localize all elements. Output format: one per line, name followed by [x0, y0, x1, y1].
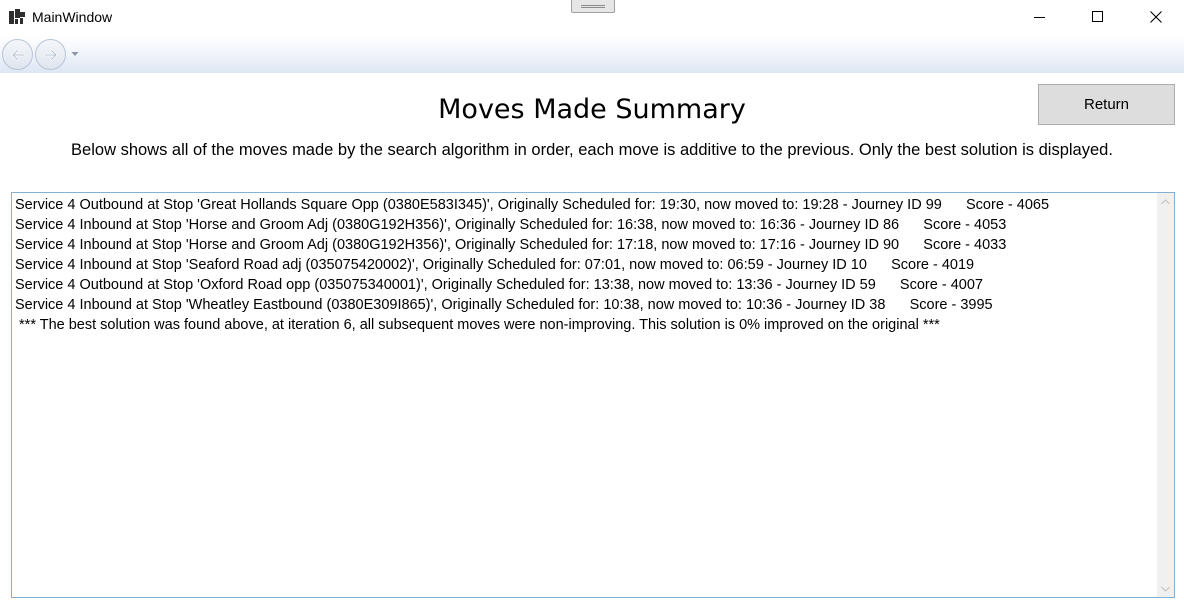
moves-list-content: Service 4 Outbound at Stop 'Great Hollan… [15, 195, 1150, 335]
list-item[interactable]: Service 4 Inbound at Stop 'Seaford Road … [15, 255, 1150, 275]
chevron-down-icon [1161, 586, 1170, 592]
page-subtitle: Below shows all of the moves made by the… [71, 141, 1113, 159]
close-icon [1150, 11, 1162, 23]
list-item[interactable]: Service 4 Outbound at Stop 'Oxford Road … [15, 275, 1150, 295]
drag-grip[interactable] [571, 0, 615, 13]
moves-list[interactable]: Service 4 Outbound at Stop 'Great Hollan… [11, 192, 1175, 598]
return-button[interactable]: Return [1038, 84, 1175, 125]
app-icon [9, 9, 25, 24]
title-bar: MainWindow [0, 0, 1184, 36]
forward-button[interactable] [35, 39, 66, 70]
close-button[interactable] [1127, 0, 1184, 34]
maximize-icon [1092, 11, 1103, 22]
page-title: Moves Made Summary [438, 94, 746, 125]
history-dropdown-button[interactable] [70, 49, 80, 59]
chevron-up-icon [1161, 198, 1170, 204]
list-item[interactable]: Service 4 Inbound at Stop 'Horse and Gro… [15, 235, 1150, 255]
minimize-icon [1034, 17, 1045, 18]
chevron-down-icon [71, 52, 79, 56]
minimize-button[interactable] [1011, 0, 1069, 34]
back-button[interactable] [2, 39, 33, 70]
scroll-up-button[interactable] [1157, 193, 1174, 210]
vertical-scrollbar[interactable] [1157, 193, 1174, 597]
back-arrow-icon [11, 48, 25, 61]
forward-arrow-icon [43, 48, 57, 61]
list-item[interactable]: Service 4 Outbound at Stop 'Great Hollan… [15, 195, 1150, 215]
list-item[interactable]: *** The best solution was found above, a… [15, 315, 1150, 335]
navigation-bar [0, 36, 1184, 73]
scroll-down-button[interactable] [1157, 580, 1174, 597]
list-item[interactable]: Service 4 Inbound at Stop 'Wheatley East… [15, 295, 1150, 315]
window-title: MainWindow [32, 9, 113, 25]
maximize-button[interactable] [1069, 0, 1127, 34]
list-item[interactable]: Service 4 Inbound at Stop 'Horse and Gro… [15, 215, 1150, 235]
